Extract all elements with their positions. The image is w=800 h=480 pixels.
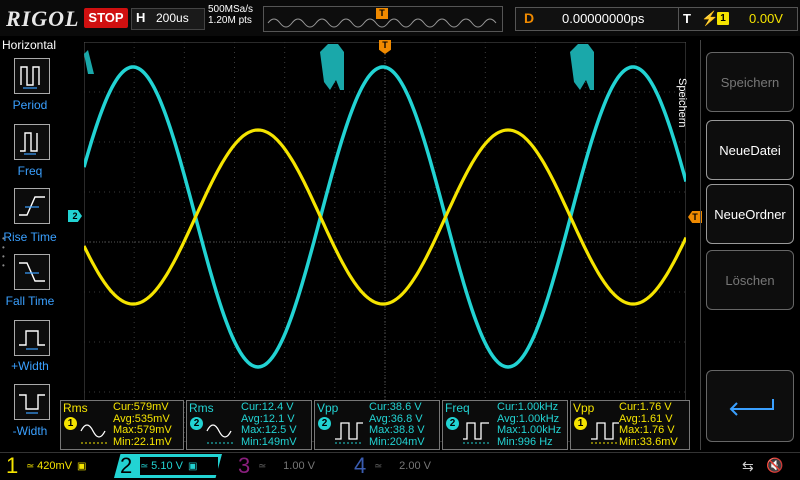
trigger-letter: T bbox=[683, 11, 691, 26]
measurement-current: Cur:1.00kHz bbox=[497, 401, 559, 413]
ch2-number[interactable]: 2 bbox=[120, 453, 132, 479]
measurement-current: Cur:38.6 V bbox=[369, 401, 422, 413]
memory-overview-strip[interactable]: T bbox=[263, 6, 503, 32]
measurement-channel-badge: 2 bbox=[446, 417, 459, 430]
sample-rate: 500MSa/s bbox=[208, 4, 254, 15]
rigol-logo: RIGOL bbox=[6, 6, 80, 31]
freq-label[interactable]: Freq bbox=[0, 164, 60, 178]
measurement-type-icon bbox=[206, 424, 235, 444]
ch4-scale-box[interactable]: ≃ 2.00 V bbox=[374, 457, 454, 475]
measurement-type-icon bbox=[335, 422, 363, 444]
channel-bar: 1 ≃ 420mV ▣ 2 ≃ 5.10 V ▣ 3 ≃ 1.00 V 4 ≃ 2.… bbox=[0, 452, 800, 480]
measurement-channel-badge: 2 bbox=[318, 417, 331, 430]
measurement-current: Cur:579mV bbox=[113, 401, 169, 413]
measurement-type-icon bbox=[463, 422, 491, 444]
panel-title: Horizontal bbox=[2, 38, 57, 52]
measurement-item[interactable]: Vpp 1 Cur:1.76 V Avg:1.61 V Max:1.76 V Min:33… bbox=[570, 400, 690, 450]
ch1-coupling-icon: ≃ bbox=[26, 461, 38, 472]
waveform-display[interactable] bbox=[84, 42, 686, 442]
timebase-value: 200us bbox=[156, 11, 189, 25]
ch4-scale: 2.00 V bbox=[399, 460, 431, 472]
measurement-item[interactable]: Rms 1 Cur:579mV Avg:535mV Max:579mV Min:22.1m… bbox=[60, 400, 184, 450]
ch4-coupling-icon: ≃ bbox=[374, 461, 386, 472]
new-file-button[interactable]: NeueDatei bbox=[706, 120, 794, 180]
enter-button[interactable] bbox=[706, 370, 794, 442]
ch1-scale-box[interactable]: ≃ 420mV ▣ bbox=[26, 457, 104, 475]
measurement-name: Rms bbox=[63, 401, 88, 415]
measurement-minimum: Min:22.1mV bbox=[113, 435, 172, 448]
measurement-channel-badge: 1 bbox=[64, 417, 77, 430]
measurement-name: Freq bbox=[445, 401, 470, 415]
period-icon[interactable] bbox=[14, 58, 50, 94]
positive-width-icon[interactable] bbox=[14, 320, 50, 356]
freq-icon[interactable] bbox=[14, 124, 50, 160]
ch3-scale: 1.00 V bbox=[283, 460, 315, 472]
delay-box[interactable]: D 0.00000000ps bbox=[515, 7, 697, 31]
new-folder-button[interactable]: NeueOrdner bbox=[706, 184, 794, 244]
measurement-item[interactable]: Rms 2 Cur:12.4 V Avg:12.1 V Max:12.5 V Min:14… bbox=[186, 400, 312, 450]
measurement-maximum: Max:12.5 V bbox=[241, 424, 297, 436]
trigger-box[interactable]: T ⚡ 1 0.00V bbox=[678, 7, 798, 31]
trigger-level-value: 0.00V bbox=[749, 11, 783, 26]
ch1-number[interactable]: 1 bbox=[6, 453, 18, 479]
ch3-scale-box[interactable]: ≃ 1.00 V bbox=[258, 457, 338, 475]
measurement-current: Cur:12.4 V bbox=[241, 401, 294, 413]
rise-time-label[interactable]: Rise Time bbox=[0, 230, 60, 244]
measurement-minimum: Min:996 Hz bbox=[497, 435, 553, 448]
fall-time-icon[interactable] bbox=[14, 254, 50, 290]
menu-vertical-title: Speichern bbox=[676, 78, 688, 128]
measurement-minimum: Min:204mV bbox=[369, 435, 425, 448]
enter-icon bbox=[729, 399, 774, 416]
mute-speaker-icon[interactable]: 🔇 bbox=[766, 457, 783, 474]
measurement-item[interactable]: Freq 2 Cur:1.00kHz Avg:1.00kHz Max:1.00kHz Mi… bbox=[442, 400, 568, 450]
measurement-maximum: Max:579mV bbox=[113, 424, 172, 436]
top-status-bar: RIGOL STOP H 200us 500MSa/s 1.20M pts T … bbox=[0, 0, 800, 36]
measurement-maximum: Max:38.8 V bbox=[369, 424, 425, 436]
usb-icon: ⇆ bbox=[742, 458, 754, 474]
trigger-edge-icon: ⚡ bbox=[701, 10, 719, 26]
rise-time-icon[interactable] bbox=[14, 188, 50, 224]
horizontal-letter: H bbox=[136, 10, 146, 25]
fall-time-label[interactable]: Fall Time bbox=[0, 294, 60, 308]
measurement-maximum: Max:1.00kHz bbox=[497, 424, 562, 436]
measurement-name: Vpp bbox=[317, 401, 339, 415]
negative-width-label[interactable]: -Width bbox=[0, 424, 60, 438]
acquisition-info: 500MSa/s 1.20M pts bbox=[208, 4, 253, 26]
save-button[interactable]: Speichern bbox=[706, 52, 794, 112]
measurement-name: Rms bbox=[189, 401, 214, 415]
measurement-minimum: Min:33.6mV bbox=[619, 435, 678, 448]
delete-button[interactable]: Löschen bbox=[706, 250, 794, 310]
delay-value: 0.00000000ps bbox=[562, 11, 645, 26]
right-panel-divider bbox=[700, 40, 701, 450]
ch2-scale: 5.10 V bbox=[151, 460, 183, 472]
ch2-bw-icon: ▣ bbox=[187, 461, 198, 472]
ch4-number[interactable]: 4 bbox=[354, 453, 366, 479]
measurement-name: Vpp bbox=[573, 401, 595, 415]
measurement-maximum: Max:1.76 V bbox=[619, 424, 675, 436]
run-stop-button[interactable]: STOP bbox=[84, 8, 128, 28]
ch3-coupling-icon: ≃ bbox=[258, 461, 270, 472]
measurement-type-icon bbox=[591, 422, 619, 444]
positive-width-label[interactable]: +Width bbox=[0, 359, 60, 373]
ch1-scale: 420mV bbox=[37, 460, 73, 472]
measurement-minimum: Min:149mV bbox=[241, 435, 297, 448]
ch3-number[interactable]: 3 bbox=[238, 453, 250, 479]
measurement-current: Cur:1.76 V bbox=[619, 401, 672, 413]
timebase-box[interactable]: H 200us bbox=[131, 8, 205, 30]
delay-letter: D bbox=[524, 10, 535, 26]
measure-menu-panel: Horizontal Period Freq • • • • Rise Time Fa… bbox=[0, 38, 60, 450]
measurement-channel-badge: 1 bbox=[574, 417, 587, 430]
trigger-position-marker: T bbox=[376, 8, 388, 19]
ch1-bw-icon: ▣ bbox=[77, 461, 87, 472]
negative-width-icon[interactable] bbox=[14, 384, 50, 420]
ch2-coupling-icon: ≃ bbox=[140, 461, 152, 472]
measurement-channel-badge: 2 bbox=[190, 417, 203, 430]
measurement-item[interactable]: Vpp 2 Cur:38.6 V Avg:36.8 V Max:38.8 V Min:20… bbox=[314, 400, 440, 450]
ch2-scale-box[interactable]: ≃ 5.10 V ▣ bbox=[140, 457, 218, 475]
measurement-type-icon bbox=[80, 424, 109, 444]
trigger-source-badge: 1 bbox=[717, 12, 729, 25]
memory-depth: 1.20M pts bbox=[208, 15, 252, 26]
ch2-offset-marker[interactable]: 2 bbox=[68, 210, 82, 222]
period-label[interactable]: Period bbox=[0, 98, 60, 112]
